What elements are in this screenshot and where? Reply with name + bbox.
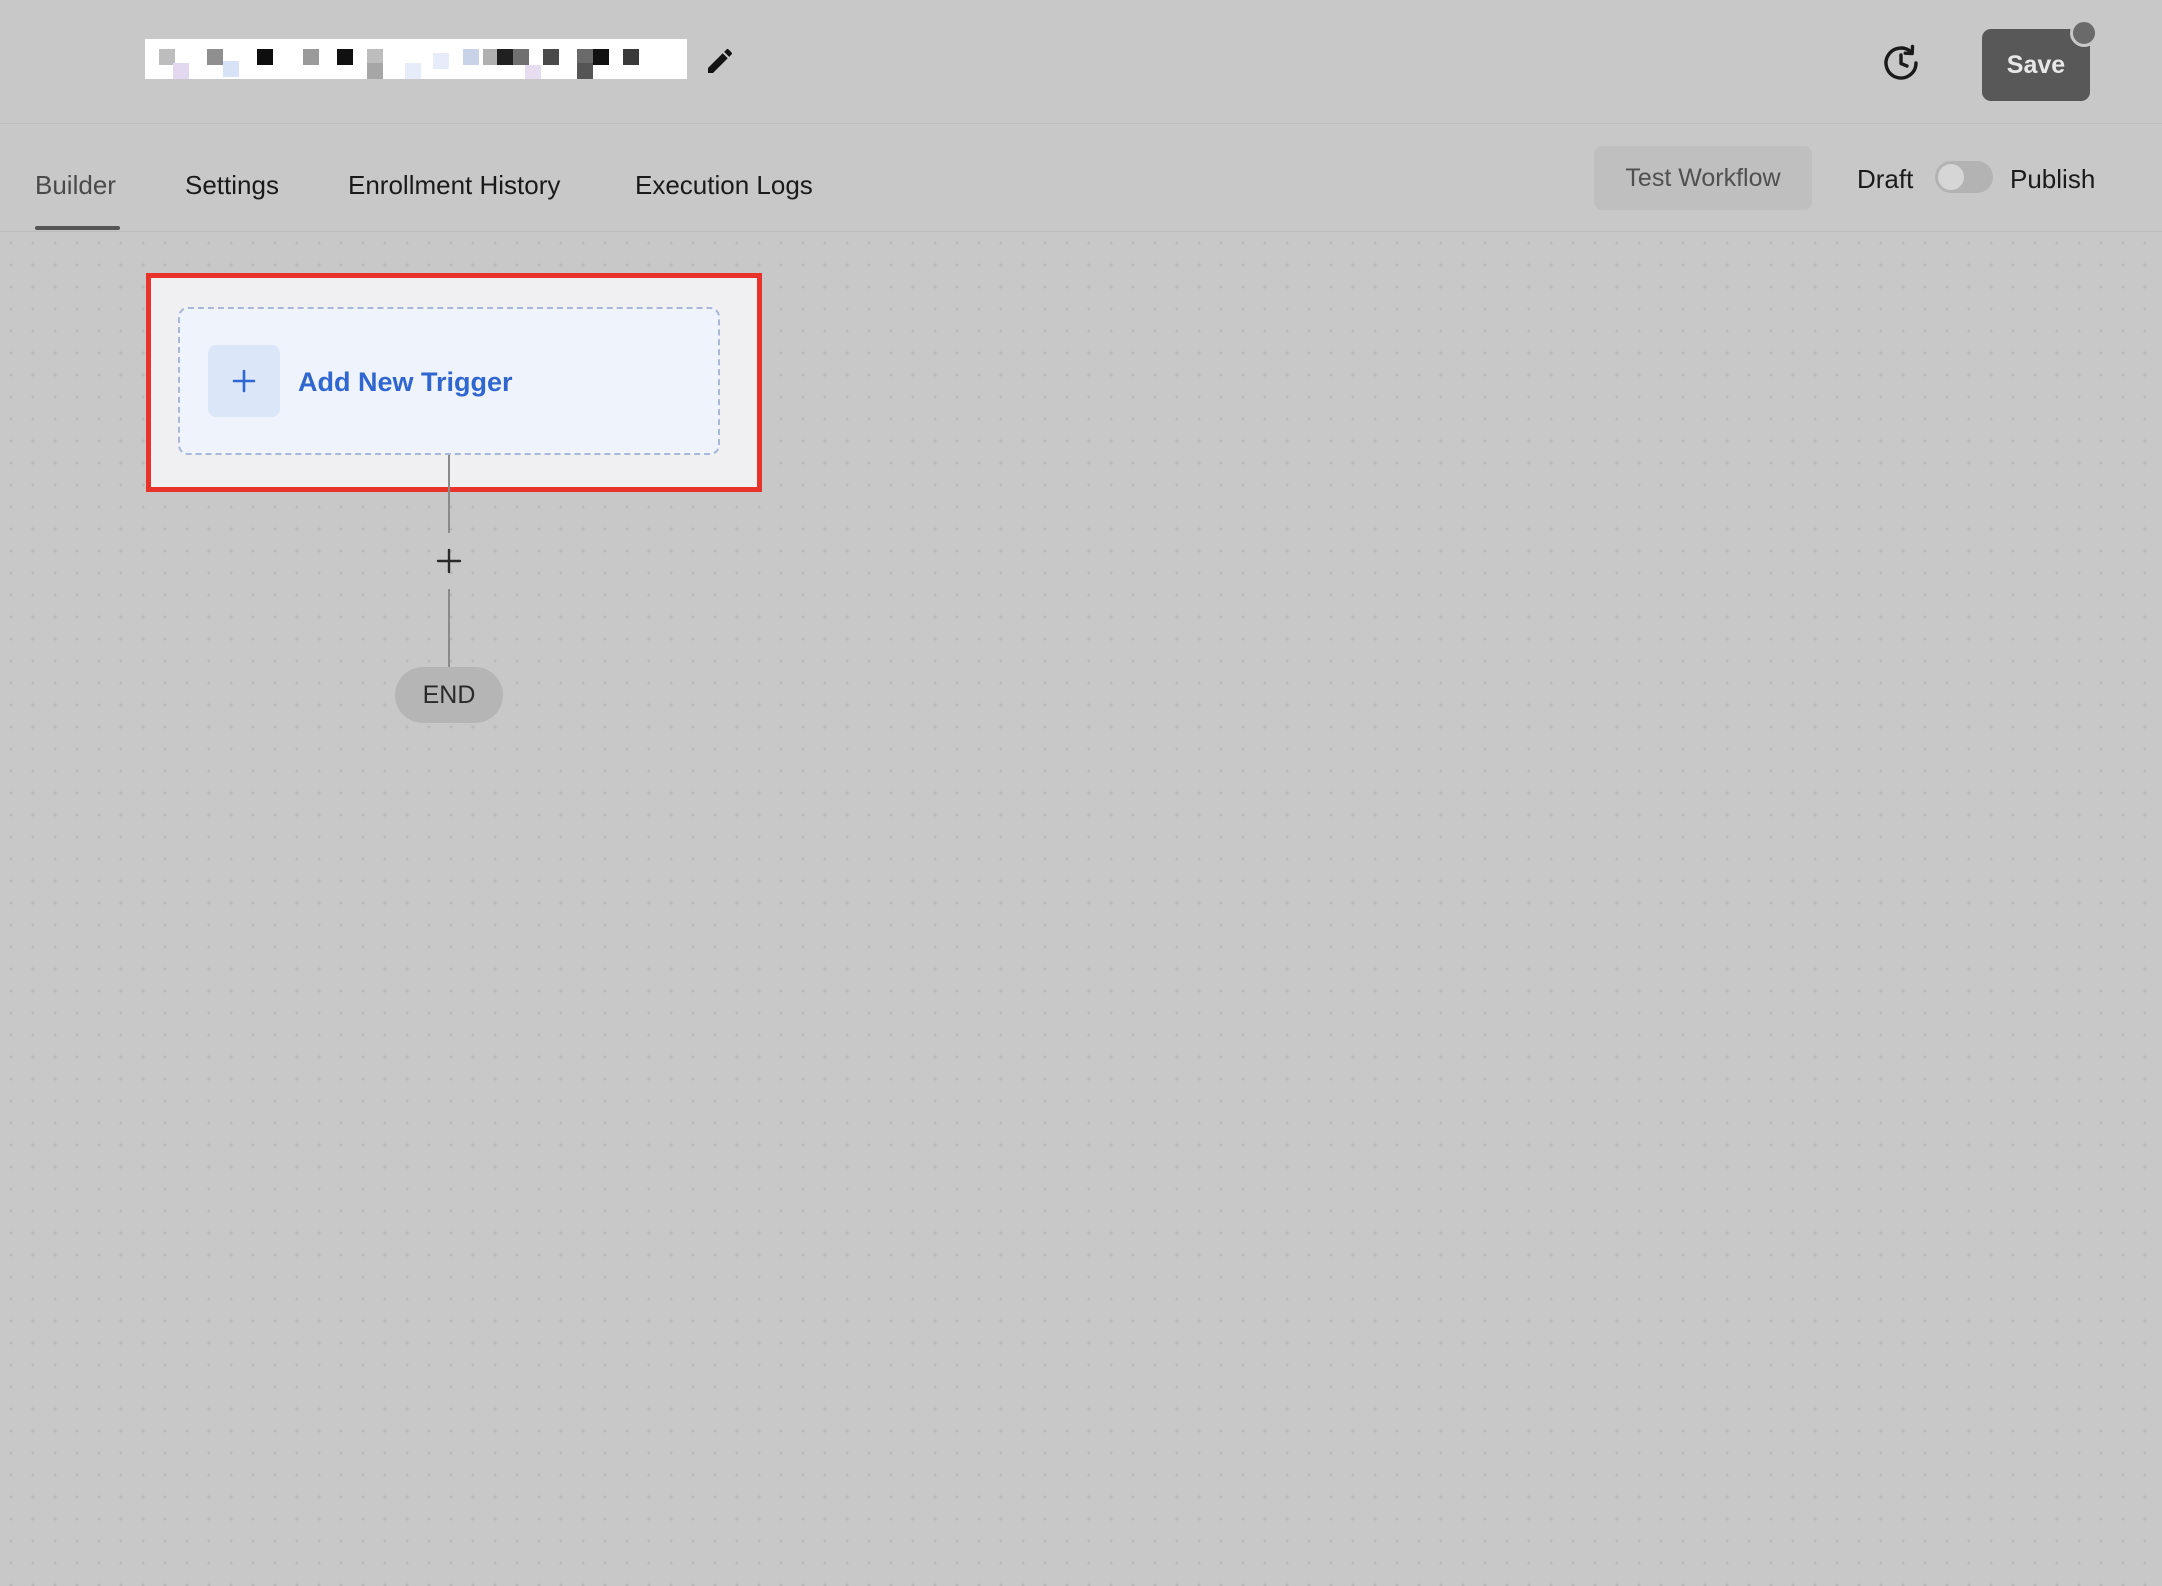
tab-settings[interactable]: Settings (185, 170, 279, 201)
tab-enrollment-history[interactable]: Enrollment History (348, 170, 560, 201)
add-new-trigger-card[interactable]: Add New Trigger (178, 307, 720, 455)
plus-icon (208, 345, 280, 417)
workflow-title-pixelation (145, 39, 687, 79)
toggle-knob (1938, 164, 1964, 190)
test-workflow-button[interactable]: Test Workflow (1594, 146, 1812, 210)
add-new-trigger-label: Add New Trigger (298, 367, 513, 397)
tab-bar: Builder Settings Enrollment History Exec… (0, 124, 2162, 232)
top-bar: Save (0, 0, 2162, 124)
tab-builder[interactable]: Builder (35, 170, 116, 201)
history-clock-icon[interactable] (1878, 40, 1924, 86)
end-node: END (395, 667, 503, 723)
connector-line-bottom (448, 589, 450, 667)
connector-line-top (448, 455, 450, 533)
publish-toggle[interactable] (1935, 161, 1993, 193)
add-step-plus-icon[interactable] (432, 544, 466, 578)
unsaved-indicator-dot (2070, 19, 2098, 47)
publish-label: Publish (2010, 164, 2096, 194)
pencil-icon[interactable] (704, 45, 736, 77)
draft-label: Draft (1857, 164, 1914, 194)
tab-execution-logs[interactable]: Execution Logs (635, 170, 813, 201)
active-tab-underline (35, 226, 120, 230)
